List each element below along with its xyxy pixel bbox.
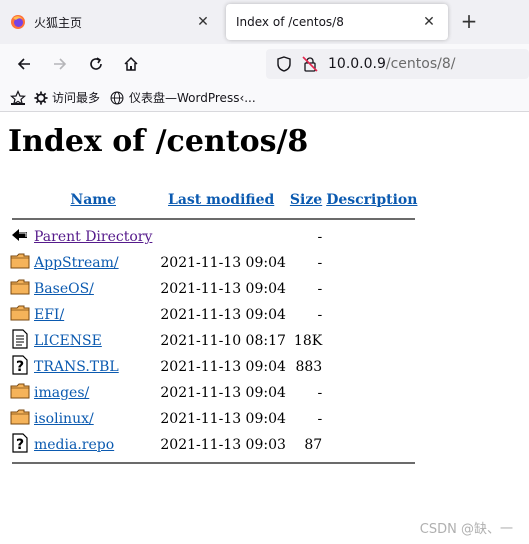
- forward-arrow-icon: [54, 58, 67, 70]
- description: [324, 432, 419, 458]
- tab-title: 火狐主页: [34, 15, 83, 30]
- sort-by-description-link[interactable]: Description: [326, 192, 417, 208]
- file-link[interactable]: BaseOS/: [34, 281, 94, 297]
- file-link[interactable]: images/: [34, 385, 89, 401]
- last-modified: 2021-11-13 09:04: [160, 385, 286, 401]
- last-modified: 2021-11-13 09:03: [160, 437, 286, 453]
- file-size: 87: [304, 437, 323, 453]
- back-arrow-icon: [17, 58, 30, 70]
- folder-icon: [10, 383, 30, 399]
- table-row: EFI/ 2021-11-13 09:04 -: [8, 302, 419, 328]
- file-link[interactable]: media.repo: [34, 437, 114, 453]
- table-row: ? TRANS.TBL 2021-11-13 09:04 883: [8, 354, 419, 380]
- watermark: CSDN @缺、一: [419, 522, 513, 537]
- unknown-file-icon: ?: [12, 355, 28, 375]
- bookmark-label: 仪表盘—WordPress‹...: [129, 91, 256, 105]
- icon-column-header: [8, 190, 32, 214]
- page-title: Index of /centos/8: [8, 124, 309, 159]
- file-size: 18K: [293, 333, 323, 349]
- bookmarks-toolbar: 访问最多 仪表盘—WordPress‹...: [0, 84, 529, 112]
- bookmark-star-icon[interactable]: [10, 89, 26, 106]
- back-button[interactable]: [12, 52, 36, 76]
- file-size: -: [317, 281, 323, 297]
- divider-row: [8, 214, 419, 224]
- reload-icon: [90, 57, 102, 70]
- reload-button[interactable]: [84, 52, 108, 76]
- folder-icon: [10, 253, 30, 269]
- sort-by-modified-link[interactable]: Last modified: [168, 192, 274, 208]
- back-arrow-icon: [12, 229, 27, 241]
- text-file-icon: [12, 329, 28, 349]
- globe-icon: [110, 91, 124, 104]
- close-icon[interactable]: ✕: [192, 11, 214, 33]
- address-bar[interactable]: 10.0.0.9/centos/8/: [266, 49, 529, 79]
- home-icon: [124, 56, 138, 71]
- last-modified: 2021-11-10 08:17: [160, 333, 286, 349]
- insecure-lock-icon[interactable]: [302, 56, 318, 72]
- directory-listing: Name Last modified Size Description Pare…: [8, 190, 419, 468]
- file-link[interactable]: AppStream/: [34, 255, 119, 271]
- description: [324, 328, 419, 354]
- tab-title: Index of /centos/8: [236, 15, 344, 29]
- last-modified: 2021-11-13 09:04: [160, 411, 286, 427]
- parent-directory-link[interactable]: Parent Directory: [34, 229, 152, 245]
- new-tab-button[interactable]: +: [458, 11, 480, 33]
- file-link[interactable]: LICENSE: [34, 333, 102, 349]
- folder-icon: [10, 279, 30, 295]
- file-size: -: [317, 385, 323, 401]
- navigation-toolbar: 10.0.0.9/centos/8/: [0, 44, 529, 84]
- divider: [12, 462, 416, 464]
- divider: [12, 218, 416, 220]
- url-host: 10.0.0.9: [328, 56, 386, 72]
- file-size: 883: [295, 359, 323, 375]
- file-size: -: [317, 255, 323, 271]
- close-icon[interactable]: ✕: [418, 11, 440, 33]
- url-path: /centos/8/: [385, 56, 456, 72]
- bookmark-most-visited[interactable]: 访问最多: [34, 89, 100, 106]
- tab-centos-index[interactable]: Index of /centos/8 ✕: [226, 4, 448, 40]
- sort-by-name-link[interactable]: Name: [70, 192, 116, 208]
- table-row: LICENSE 2021-11-10 08:17 18K: [8, 328, 419, 354]
- firefox-icon: [11, 15, 25, 29]
- svg-text:?: ?: [16, 359, 24, 375]
- description: [324, 250, 419, 276]
- description: [324, 276, 419, 302]
- shield-icon[interactable]: [276, 56, 292, 72]
- gear-icon: [34, 90, 48, 105]
- table-row: images/ 2021-11-13 09:04 -: [8, 380, 419, 406]
- file-link[interactable]: EFI/: [34, 307, 64, 323]
- home-button[interactable]: [119, 52, 143, 76]
- last-modified: 2021-11-13 09:04: [160, 255, 286, 271]
- folder-icon: [10, 305, 30, 321]
- description: [324, 302, 419, 328]
- description: [324, 380, 419, 406]
- folder-icon: [10, 409, 30, 425]
- file-link[interactable]: TRANS.TBL: [34, 359, 119, 375]
- sort-by-size-link[interactable]: Size: [290, 192, 322, 208]
- last-modified: 2021-11-13 09:04: [160, 307, 286, 323]
- bookmark-label: 访问最多: [52, 91, 101, 105]
- table-row: AppStream/ 2021-11-13 09:04 -: [8, 250, 419, 276]
- bookmark-wordpress-dashboard[interactable]: 仪表盘—WordPress‹...: [110, 89, 256, 106]
- last-modified: 2021-11-13 09:04: [160, 281, 286, 297]
- tab-firefox-home[interactable]: 火狐主页 ✕: [0, 4, 222, 40]
- forward-button[interactable]: [48, 52, 72, 76]
- last-modified: 2021-11-13 09:04: [160, 359, 286, 375]
- unknown-file-icon: ?: [12, 433, 28, 453]
- table-row: Parent Directory -: [8, 224, 419, 250]
- table-row: isolinux/ 2021-11-13 09:04 -: [8, 406, 419, 432]
- divider-row: [8, 458, 419, 468]
- file-size: -: [317, 229, 323, 245]
- description: [324, 406, 419, 432]
- file-size: -: [317, 411, 323, 427]
- table-row: ? media.repo 2021-11-13 09:03 87: [8, 432, 419, 458]
- table-row: BaseOS/ 2021-11-13 09:04 -: [8, 276, 419, 302]
- file-link[interactable]: isolinux/: [34, 411, 94, 427]
- svg-text:?: ?: [16, 437, 24, 453]
- file-size: -: [317, 307, 323, 323]
- table-header-row: Name Last modified Size Description: [8, 190, 419, 214]
- description: [324, 354, 419, 380]
- tab-strip: 火狐主页 ✕ Index of /centos/8 ✕ +: [0, 0, 529, 44]
- page-content: Index of /centos/8 Name Last modified Si…: [8, 112, 523, 468]
